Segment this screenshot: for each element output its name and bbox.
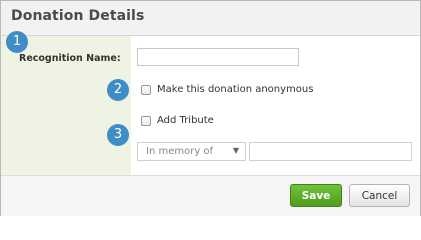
tribute-type-selected-value: In memory of: [146, 146, 214, 157]
add-tribute-checkbox-label[interactable]: Add Tribute: [157, 115, 214, 126]
dialog-footer: Save Cancel: [1, 175, 420, 216]
tribute-type-select[interactable]: In memory of ▼: [137, 142, 246, 161]
step-badge-1: 1: [6, 31, 28, 53]
dialog-title: Donation Details: [11, 8, 145, 24]
dialog-header: Donation Details: [1, 1, 420, 36]
anonymous-checkbox[interactable]: [141, 85, 151, 95]
tribute-name-input[interactable]: [249, 142, 412, 161]
step-badge-3: 3: [107, 124, 129, 146]
caret-down-icon: ▼: [232, 146, 239, 155]
add-tribute-checkbox[interactable]: [141, 116, 151, 126]
anonymous-checkbox-label[interactable]: Make this donation anonymous: [157, 84, 313, 95]
cancel-button[interactable]: Cancel: [349, 184, 410, 207]
label-column: Recognition Name:: [1, 36, 131, 175]
save-button[interactable]: Save: [290, 184, 342, 207]
dialog-body: Recognition Name: 1 2 3 Make this donati…: [1, 31, 420, 175]
recognition-name-input[interactable]: [137, 48, 299, 66]
recognition-name-label: Recognition Name:: [19, 53, 121, 64]
donation-details-dialog: Donation Details Recognition Name: 1 2 3…: [0, 0, 421, 216]
step-badge-2: 2: [107, 79, 129, 101]
